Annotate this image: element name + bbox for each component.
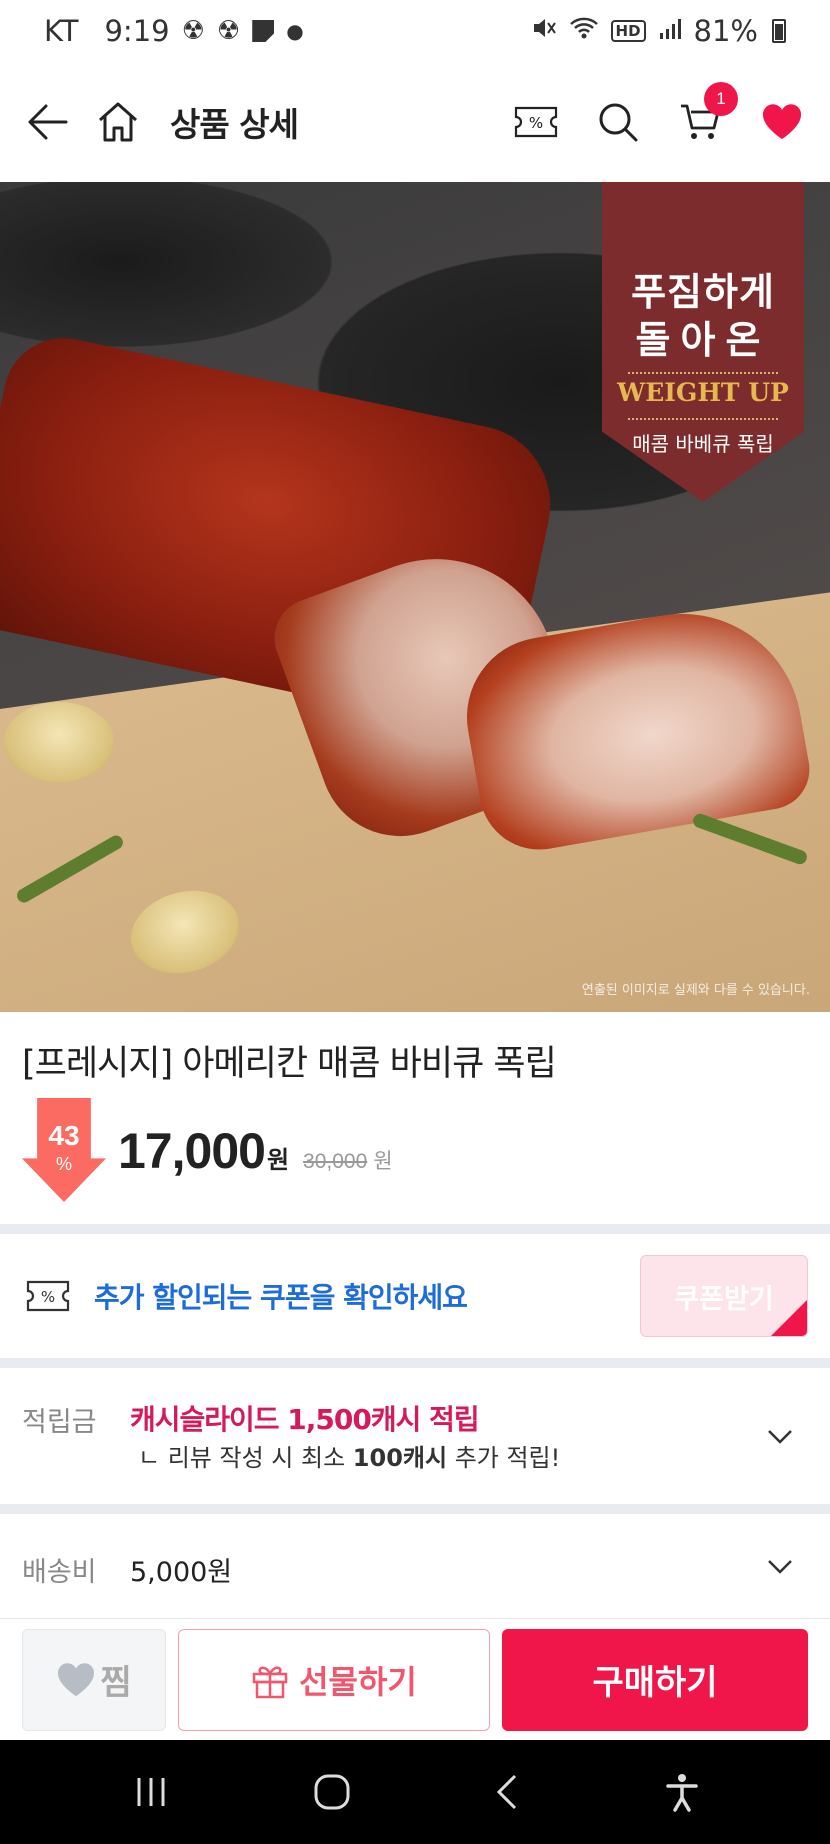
points-sub-suffix: 추가 적립! [447,1444,561,1472]
points-sub: ㄴ 리뷰 작성 시 최소 100캐시 추가 적립! [138,1438,560,1473]
buy-button[interactable]: 구매하기 [502,1628,808,1731]
notification-icon: ☢ [181,16,205,46]
chevron-down-icon[interactable] [766,1422,794,1450]
carrier-label: KT [44,14,79,48]
get-coupon-button[interactable]: 쿠폰받기 [640,1255,808,1337]
discount-badge: 43 % [22,1098,106,1202]
more-notifications-icon: ● [286,19,304,43]
battery-percent: 81% [693,14,758,48]
points-label: 적립금 [22,1407,97,1438]
points-row[interactable]: 적립금 캐시슬라이드 1,500캐시 적립 ㄴ 리뷰 작성 시 최소 100캐시… [0,1368,830,1504]
app-header: 상품 상세 % 1 [0,62,830,182]
price-row: 17,000 원 30,000 원 [118,1122,393,1180]
wish-button[interactable]: 찜 [22,1628,166,1731]
ribbon-subtitle: 매콤 바베큐 폭립 [632,432,774,456]
back-arrow-icon [28,104,68,140]
heart-icon [762,104,802,139]
search-button[interactable] [588,92,648,152]
coupon-row[interactable]: % 추가 할인되는 쿠폰을 확인하세요 쿠폰받기 [0,1234,830,1358]
ribbon-divider [628,372,778,374]
wish-label: 찜 [100,1663,132,1703]
gift-button[interactable]: 선물하기 [178,1628,490,1731]
wishlist-header-button[interactable] [752,92,812,152]
notification-icon-2: ☢ [216,16,241,46]
hd-icon: HD [610,20,646,42]
points-main: 캐시슬라이드 1,500캐시 적립 [130,1403,480,1436]
back-button[interactable] [18,92,78,152]
section-divider [0,1224,830,1234]
coupon-icon: % [26,1280,70,1312]
promo-ribbon: 푸짐하게 돌아온 WEIGHT UP 매콤 바베큐 폭립 [602,182,804,502]
header-actions: % 1 [506,82,812,152]
section-divider-2 [0,1358,830,1368]
ribbon-divider-2 [628,418,778,420]
cart-count-badge: 1 [704,82,738,116]
clock: 9:19 [104,14,170,48]
signal-icon [658,14,682,48]
coupon-icon: % [514,106,558,138]
shipping-row[interactable]: 배송비 5,000원 [0,1514,830,1618]
action-bar: 찜 선물하기 구매하기 [0,1618,830,1740]
ribbon-line2: 돌아온 [635,318,771,362]
svg-text:%: % [529,114,543,132]
mute-icon [531,14,557,48]
ribbon-line1: 푸짐하게 [631,270,775,314]
heart-icon [58,1662,95,1696]
note-icon [252,20,275,42]
status-left: KT 9:19 ☢ ☢ ● [44,14,304,48]
svg-text:%: % [41,1288,55,1306]
shipping-label: 배송비 [22,1557,97,1588]
mushroom-shape [4,702,114,782]
gift-label: 선물하기 [299,1662,417,1701]
sale-price: 17,000 [118,1123,266,1179]
section-divider-3 [0,1504,830,1514]
status-right: HD 81% [531,14,786,48]
recent-apps-icon[interactable] [131,1774,171,1810]
wifi-icon [569,14,599,48]
page-title: 상품 상세 [170,105,299,144]
discount-percent-sign: % [55,1154,72,1174]
coupon-prompt: 추가 할인되는 쿠폰을 확인하세요 [94,1281,468,1314]
cart-button[interactable]: 1 [670,82,738,152]
points-sub-bold: 100캐시 [352,1444,448,1472]
ribbon-weight-up: WEIGHT UP [617,378,789,407]
product-name: [프레시지] 아메리칸 매콤 바비큐 폭립 [22,1044,557,1084]
home-icon [99,102,137,142]
shipping-fee: 5,000원 [130,1557,233,1588]
product-image[interactable]: 푸짐하게 돌아온 WEIGHT UP 매콤 바베큐 폭립 연출된 이미지로 실제… [0,182,830,1012]
original-price-unit: 원 [373,1149,393,1173]
chevron-down-icon-2[interactable] [766,1552,794,1580]
home-button[interactable] [88,92,148,152]
original-price: 30,000 [303,1150,368,1173]
battery-icon [772,19,786,43]
back-nav-icon[interactable] [493,1772,523,1812]
search-icon [599,103,638,142]
gift-icon [252,1666,288,1698]
discount-rate: 43 [48,1120,80,1151]
accessibility-icon[interactable] [664,1772,700,1812]
home-nav-icon[interactable] [312,1772,352,1812]
coupon-header-button[interactable]: % [506,92,566,152]
image-caption: 연출된 이미지로 실제와 다를 수 있습니다. [581,983,810,998]
sale-price-unit: 원 [266,1146,290,1174]
points-sub-prefix: ㄴ 리뷰 작성 시 최소 [138,1444,353,1472]
status-bar: KT 9:19 ☢ ☢ ● HD 81% [0,0,830,62]
system-nav-bar [0,1740,830,1844]
